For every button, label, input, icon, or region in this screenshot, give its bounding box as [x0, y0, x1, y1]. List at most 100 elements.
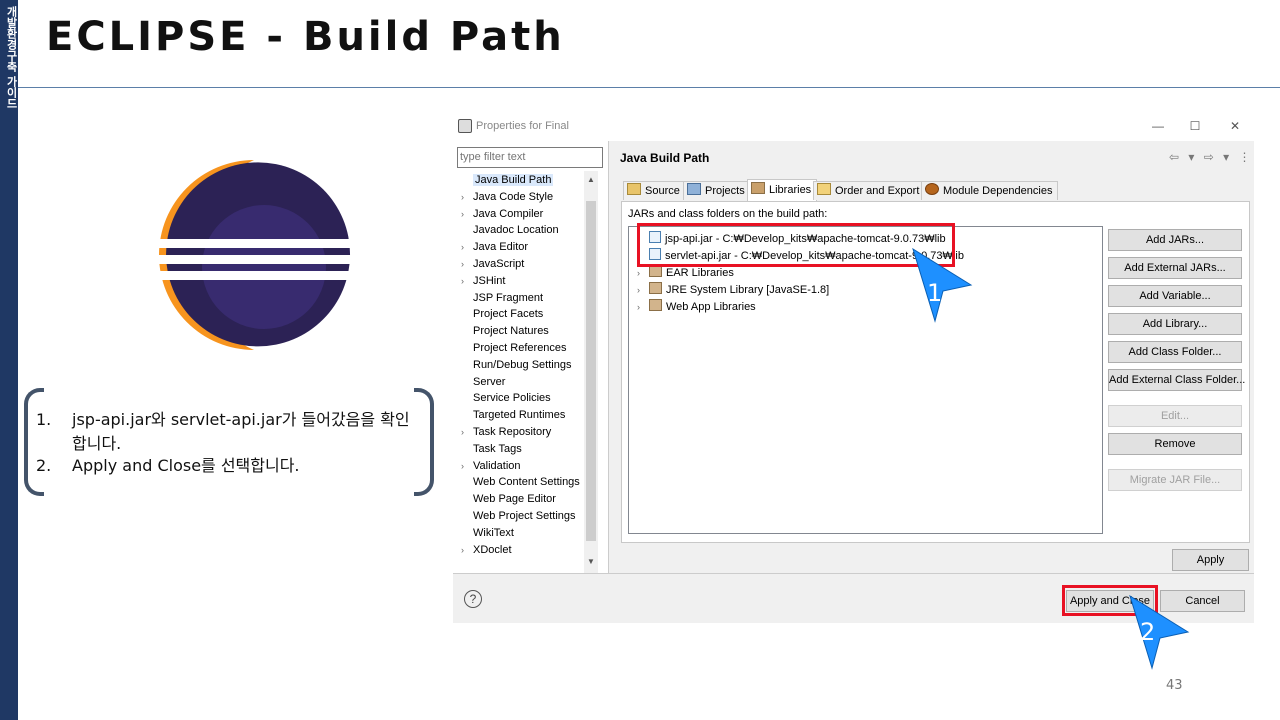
- tree-item[interactable]: Web Page Editor: [461, 491, 556, 507]
- tree-item[interactable]: › JavaScript: [461, 256, 524, 272]
- chevron-right-icon[interactable]: ›: [461, 542, 473, 558]
- tree-item-label: WikiText: [473, 526, 514, 539]
- help-icon[interactable]: ?: [464, 590, 482, 608]
- tree-item-label: Web Page Editor: [473, 493, 556, 506]
- library-action-button[interactable]: Add External JARs...: [1108, 257, 1242, 279]
- chevron-right-icon[interactable]: ›: [461, 256, 473, 272]
- tree-item[interactable]: Run/Debug Settings: [461, 357, 571, 373]
- tree-item-label: Java Build Path: [473, 174, 554, 186]
- jars-label: JARs and class folders on the build path…: [628, 208, 828, 220]
- tree-item-label: Java Editor: [473, 241, 529, 254]
- tree-item[interactable]: › Task Repository: [461, 424, 551, 440]
- title-divider: [18, 87, 1280, 88]
- tree-item[interactable]: › JSHint: [461, 273, 505, 289]
- tree-item-label: Java Code Style: [473, 190, 554, 203]
- tree-item-label: Project Natures: [473, 325, 549, 338]
- instruction-text: jsp-api.jar와 servlet-api.jar가 들어갔음을 확인합니…: [72, 410, 410, 453]
- jar-list-item[interactable]: › Web App Libraries: [637, 299, 756, 315]
- tree-item[interactable]: › Java Editor: [461, 239, 528, 255]
- tree-item[interactable]: Service Policies: [461, 390, 551, 406]
- chevron-right-icon[interactable]: ›: [461, 424, 473, 440]
- jar-list-item[interactable]: › EAR Libraries: [637, 265, 734, 281]
- scroll-down-icon[interactable]: ▼: [586, 557, 596, 569]
- tree-item-label: XDoclet: [473, 543, 512, 556]
- tree-item[interactable]: Project Natures: [461, 323, 549, 339]
- tree-item[interactable]: Project Facets: [461, 306, 543, 322]
- apply-button[interactable]: Apply: [1172, 549, 1249, 571]
- tab-libraries[interactable]: Libraries: [747, 179, 818, 201]
- library-action-button[interactable]: Add Class Folder...: [1108, 341, 1242, 363]
- chevron-right-icon[interactable]: ›: [637, 265, 649, 281]
- filter-input[interactable]: [457, 147, 603, 168]
- tab-module-dependencies[interactable]: Module Dependencies: [921, 181, 1059, 200]
- tree-item[interactable]: › XDoclet: [461, 542, 512, 558]
- tree-item-label: JSHint: [473, 274, 506, 287]
- tree-item-label: JavaScript: [473, 258, 525, 270]
- preference-tree-pane: Java Build Path›Java Code Style›Java Com…: [453, 141, 609, 573]
- tree-item[interactable]: › Validation: [461, 458, 521, 474]
- panel-title: Java Build Path: [620, 151, 710, 165]
- tree-item[interactable]: Web Content Settings: [461, 474, 580, 490]
- tree-item-label: Project Facets: [473, 308, 544, 321]
- page-number: 43: [1166, 678, 1183, 693]
- tree-item[interactable]: Web Project Settings: [461, 508, 576, 524]
- library-action-button[interactable]: Migrate JAR File...: [1108, 469, 1242, 491]
- tree-item-label: Targeted Runtimes: [473, 409, 566, 422]
- tree-item[interactable]: › Java Code Style: [461, 189, 553, 205]
- navigation-arrows-icon[interactable]: ⇦ ▾ ⇨ ▾ ⋮: [1169, 150, 1254, 164]
- cursor-callout-2: 2: [1129, 594, 1190, 670]
- instruction-item: 2. Apply and Close를 선택합니다.: [36, 454, 416, 478]
- tree-item[interactable]: Java Build Path: [461, 172, 554, 188]
- library-icon: [649, 299, 662, 311]
- library-action-button[interactable]: Remove: [1108, 433, 1242, 455]
- source-folder-icon: [627, 183, 641, 195]
- chevron-right-icon[interactable]: ›: [461, 189, 473, 205]
- tree-item[interactable]: Javadoc Location: [461, 222, 559, 238]
- tree-item-label: Service Policies: [473, 392, 551, 405]
- close-icon[interactable]: ✕: [1225, 118, 1245, 134]
- eclipse-logo: [158, 160, 362, 350]
- library-action-button[interactable]: Add Library...: [1108, 313, 1242, 335]
- dialog-title: Properties for Final: [476, 120, 569, 132]
- dialog-titlebar: Properties for Final — ☐ ✕: [453, 113, 1254, 141]
- instruction-number: 1.: [36, 410, 52, 429]
- tree-item[interactable]: Server: [461, 374, 505, 390]
- properties-dialog: Properties for Final — ☐ ✕ Java Build Pa…: [453, 113, 1254, 623]
- library-action-button[interactable]: Add Variable...: [1108, 285, 1242, 307]
- tree-item[interactable]: Targeted Runtimes: [461, 407, 565, 423]
- chevron-right-icon[interactable]: ›: [637, 299, 649, 315]
- chevron-right-icon[interactable]: ›: [637, 282, 649, 298]
- library-action-button[interactable]: Add JARs...: [1108, 229, 1242, 251]
- tree-item-label: JSP Fragment: [473, 291, 544, 304]
- jar-list-item[interactable]: › JRE System Library [JavaSE-1.8]: [637, 282, 829, 298]
- tree-item[interactable]: Task Tags: [461, 441, 522, 457]
- tab-order-and-export[interactable]: Order and Export: [813, 181, 926, 200]
- tab-source[interactable]: Source: [623, 181, 686, 200]
- scroll-thumb[interactable]: [586, 201, 596, 541]
- tree-item-label: Task Repository: [473, 426, 552, 438]
- chevron-right-icon[interactable]: ›: [461, 206, 473, 222]
- tab-projects[interactable]: Projects: [683, 181, 751, 200]
- minimize-icon[interactable]: —: [1148, 118, 1168, 134]
- instruction-item: 1. jsp-api.jar와 servlet-api.jar가 들어갔음을 확…: [36, 408, 416, 456]
- chevron-right-icon[interactable]: ›: [461, 239, 473, 255]
- chevron-right-icon[interactable]: ›: [461, 273, 473, 289]
- library-action-button[interactable]: Edit...: [1108, 405, 1242, 427]
- tree-item-label: Web Content Settings: [473, 476, 580, 489]
- order-export-icon: [817, 183, 831, 195]
- tree-item[interactable]: WikiText: [461, 525, 514, 541]
- tree-item[interactable]: Project References: [461, 340, 567, 356]
- tree-item[interactable]: JSP Fragment: [461, 290, 543, 306]
- tree-scrollbar[interactable]: ▲ ▼: [584, 171, 598, 573]
- library-action-button[interactable]: Add External Class Folder...: [1108, 369, 1245, 391]
- tree-item[interactable]: › Java Compiler: [461, 206, 543, 222]
- sidebar-label: 개발환경구축 가이드: [5, 6, 18, 109]
- scroll-up-icon[interactable]: ▲: [586, 175, 596, 187]
- jar-item-label: JRE System Library [JavaSE-1.8]: [666, 284, 830, 296]
- instruction-text: Apply and Close를 선택합니다.: [72, 456, 300, 475]
- maximize-icon[interactable]: ☐: [1185, 118, 1205, 134]
- tree-item-label: Javadoc Location: [473, 224, 559, 237]
- chevron-right-icon[interactable]: ›: [461, 458, 473, 474]
- jar-list[interactable]: jsp-api.jar - C:₩Develop_kits₩apache-tom…: [628, 226, 1103, 534]
- footer-divider: [453, 573, 1254, 574]
